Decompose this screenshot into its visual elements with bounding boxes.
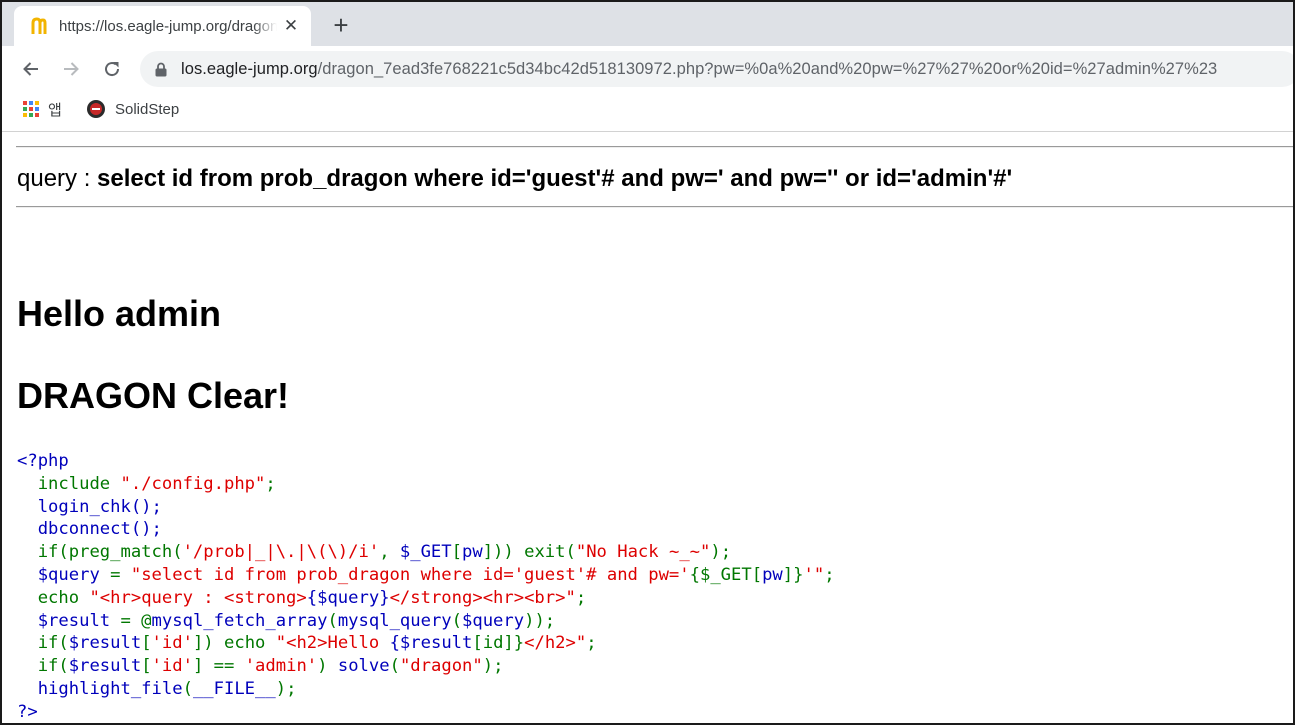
browser-window: https://los.eagle-jump.org/dragon_7ead3f…	[0, 0, 1295, 725]
tab-close-icon[interactable]: ✕	[281, 16, 301, 36]
url-text[interactable]: los.eagle-jump.org/dragon_7ead3fe768221c…	[181, 60, 1217, 79]
tab-title: https://los.eagle-jump.org/dragon_7ead3f…	[59, 17, 277, 35]
solidstep-icon	[86, 99, 106, 119]
code-line: highlight_file(__FILE__);	[37, 678, 297, 699]
code-line: if($result['id'] == 'admin') solve("drag…	[37, 656, 504, 677]
source-code-block: <?php include "./config.php"; login_chk(…	[17, 450, 835, 723]
reload-icon[interactable]	[98, 55, 126, 83]
query-sql: select id from prob_dragon where id='gue…	[97, 165, 1013, 192]
clear-heading: DRAGON Clear!	[17, 375, 290, 416]
arrow-left-icon[interactable]	[17, 55, 45, 83]
page-content: query : select id from prob_dragon where…	[2, 132, 1293, 723]
apps-grid-icon	[23, 101, 39, 117]
url-host: los.eagle-jump.org	[181, 59, 318, 78]
url-path: /dragon_7ead3fe768221c5d34bc42d518130972…	[317, 59, 1218, 78]
code-line: if(preg_match('/prob|_|\.|\(\)/i', $_GET…	[37, 542, 732, 563]
eagle-jump-favicon-icon	[28, 15, 50, 37]
horizontal-rule	[16, 206, 1293, 208]
new-tab-button[interactable]: +	[326, 10, 356, 40]
lock-icon[interactable]	[154, 61, 168, 77]
query-label: query :	[17, 165, 98, 192]
code-line: $query = "select id from prob_dragon whe…	[37, 564, 835, 585]
toolbar: los.eagle-jump.org/dragon_7ead3fe768221c…	[2, 46, 1293, 92]
code-line: ?>	[17, 701, 38, 722]
code-line: login_chk();	[37, 496, 162, 517]
code-line: if($result['id']) echo "<h2>Hello {$resu…	[37, 633, 597, 654]
code-line: dbconnect();	[37, 519, 162, 540]
tab-strip: https://los.eagle-jump.org/dragon_7ead3f…	[2, 2, 1293, 46]
bookmark-label: 앱	[48, 101, 62, 119]
bookmark-apps[interactable]: 앱	[23, 96, 62, 122]
code-line: include "./config.php";	[37, 473, 276, 494]
bookmarks-bar: 앱 SolidStep	[2, 92, 1293, 126]
horizontal-rule	[16, 146, 1293, 148]
code-line: echo "<hr>query : <strong>{$query}</stro…	[37, 587, 587, 608]
tab-active[interactable]: https://los.eagle-jump.org/dragon_7ead3f…	[14, 6, 311, 46]
address-bar[interactable]: los.eagle-jump.org/dragon_7ead3fe768221c…	[140, 51, 1293, 87]
code-line: <?php	[17, 451, 69, 471]
bookmark-solidstep[interactable]: SolidStep	[86, 96, 179, 122]
hello-heading: Hello admin	[17, 293, 222, 334]
bookmark-label: SolidStep	[115, 100, 180, 118]
code-line: $result = @mysql_fetch_array(mysql_query…	[37, 610, 556, 631]
arrow-right-icon[interactable]	[57, 55, 85, 83]
query-display: query : select id from prob_dragon where…	[17, 165, 1012, 193]
